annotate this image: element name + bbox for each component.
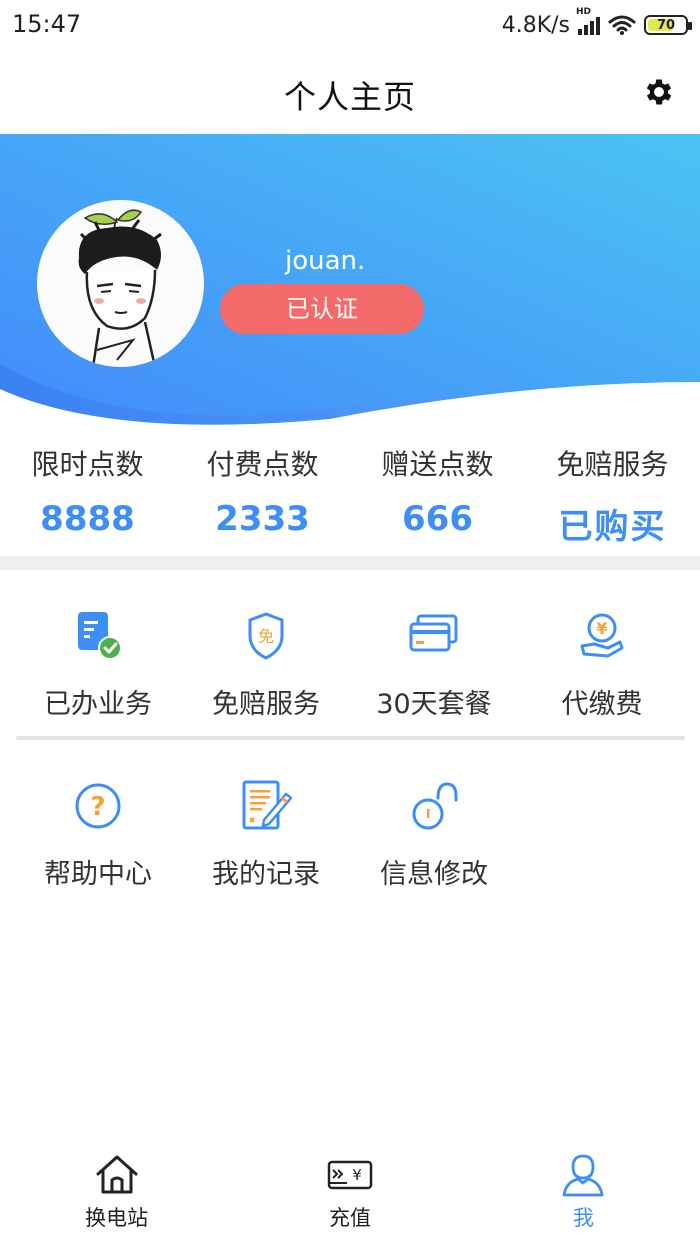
nav-label: 我 [572,1206,594,1230]
stat-gift-points[interactable]: 赠送点数 666 [350,435,525,555]
shield-icon: 免 [248,612,284,660]
stat-label: 免赔服务 [556,448,669,481]
feature-label: 我的记录 [212,859,320,890]
section-divider [0,556,700,570]
nav-item-me[interactable]: 我 [467,1144,700,1244]
feature-proxy-payment[interactable]: ¥ 代缴费 [518,600,686,750]
feature-edit-info[interactable]: 信息修改 [350,770,518,920]
home-icon [96,1155,138,1194]
page-header: 个人主页 [0,50,700,134]
feature-label: 已办业务 [44,689,152,720]
feature-label: 30天套餐 [376,689,492,720]
unlock-icon [412,782,458,830]
record-icon [242,780,293,830]
stat-value: 已购买 [558,507,667,547]
document-check-icon [78,612,122,660]
hand-coin-icon: ¥ [580,613,624,658]
help-icon: ? [75,783,121,829]
status-time: 15:47 [12,10,82,38]
feature-label: 免赔服务 [212,689,320,720]
stat-label: 限时点数 [31,448,144,481]
feature-my-records[interactable]: 我的记录 [182,770,350,920]
grid-divider [16,736,685,740]
avatar-drawing [37,200,203,367]
signal-icon: HD [576,7,600,35]
nav-item-recharge[interactable]: ¥ 充值 [233,1144,466,1244]
profile-banner: jouan. 已认证 [0,134,700,434]
feature-label: 信息修改 [380,859,488,890]
stat-limited-points[interactable]: 限时点数 8888 [0,435,175,555]
feature-deductible-service[interactable]: 免 免赔服务 [182,600,350,750]
username: jouan. [285,246,366,276]
help-badge: ? [90,792,105,822]
nav-label: 充值 [328,1206,371,1230]
feature-grid-row: 已办业务 免 免赔服务 30天套餐 ¥ 代缴费 [0,600,700,750]
nav-item-station[interactable]: 换电站 [0,1144,233,1244]
coin-badge: ¥ [596,619,607,638]
recharge-icon: ¥ [327,1160,373,1190]
recharge-badge: ¥ [352,1166,362,1184]
stat-value: 666 [402,499,473,539]
user-icon [562,1154,604,1197]
page-title: 个人主页 [283,78,416,116]
status-bar: 15:47 4.8K/s HD 70 [0,0,700,50]
battery-icon: 70 [644,15,692,35]
stat-label: 付费点数 [206,448,319,481]
nav-label: 换电站 [85,1206,149,1230]
status-indicators: 4.8K/s HD 70 [501,7,692,40]
stat-label: 赠送点数 [381,448,494,481]
cards-icon [409,614,458,652]
stat-deductible-service[interactable]: 免赔服务 已购买 [525,435,700,555]
feature-label: 代缴费 [561,689,643,720]
feature-label: 帮助中心 [44,859,152,890]
feature-help-center[interactable]: ? 帮助中心 [14,770,182,920]
feature-completed-business[interactable]: 已办业务 [14,600,182,750]
gear-icon[interactable] [642,75,676,109]
bottom-nav: 换电站 ¥ 充值 我 [0,1144,700,1244]
avatar[interactable] [37,200,204,367]
network-type: HD [576,7,592,17]
shield-badge: 免 [258,627,274,646]
battery-level: 70 [656,17,676,33]
points-stats: 限时点数 8888 付费点数 2333 赠送点数 666 免赔服务 已购买 [0,435,700,555]
wifi-icon [608,15,636,35]
verified-badge: 已认证 [220,284,424,334]
network-speed: 4.8K/s [501,12,570,38]
feature-grid-row: ? 帮助中心 我的记录 信息修改 [0,770,700,920]
stat-value: 2333 [215,499,310,539]
feature-30day-plan[interactable]: 30天套餐 [350,600,518,750]
stat-paid-points[interactable]: 付费点数 2333 [175,435,350,555]
stat-value: 8888 [40,499,135,539]
